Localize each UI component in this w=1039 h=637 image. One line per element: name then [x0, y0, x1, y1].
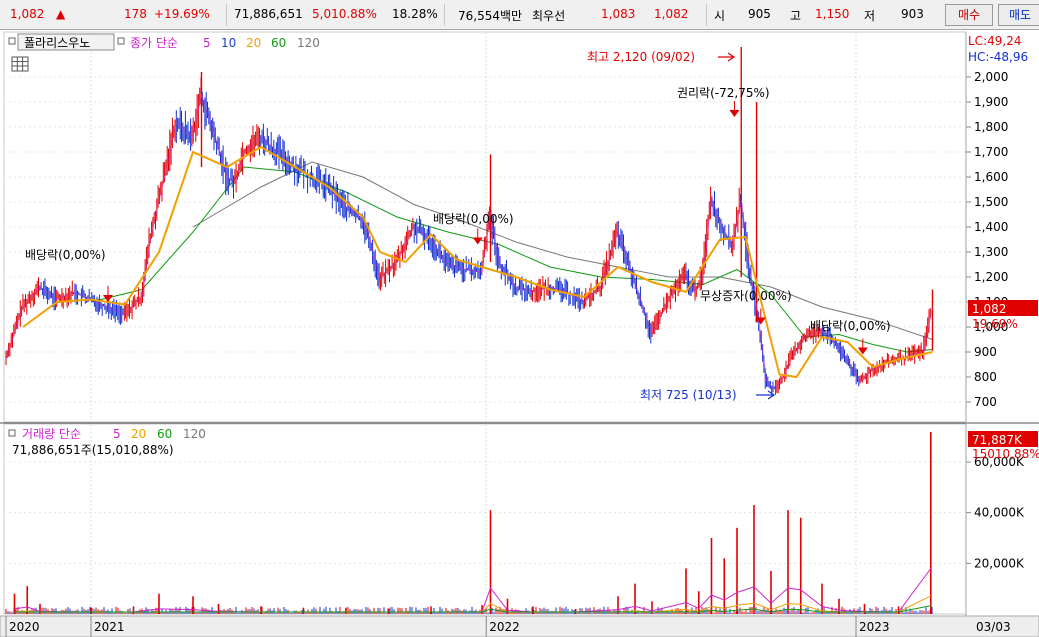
volume-tick-label: 40,000K — [974, 506, 1025, 520]
price-tick-label: 1,400 — [974, 220, 1008, 234]
stock-chart[interactable]: 7008009001,0001,1001,2001,3001,4001,5001… — [0, 30, 1039, 637]
price-tick-label: 1,200 — [974, 270, 1008, 284]
volume-tick-label: 20,000K — [974, 556, 1025, 570]
stock-name-tag: 폴라리스우노 — [24, 36, 90, 50]
current-volume-label: 71,887K — [972, 433, 1023, 447]
price-tick-label: 800 — [974, 370, 997, 384]
volume-ma-20: 20 — [131, 427, 146, 441]
low-price: 903 — [901, 7, 924, 21]
annotation-low: 최저 725 (10/13) — [640, 388, 737, 402]
price-tick-label: 1,500 — [974, 195, 1008, 209]
price-tick-label: 1,300 — [974, 245, 1008, 259]
annotation-dividend-2023: 배당락(0,00%) — [810, 319, 891, 333]
high-label: 고 — [790, 9, 802, 23]
ma-period-20: 20 — [246, 36, 261, 50]
date-tick-label: 2020 — [9, 620, 40, 634]
best-ask: 1,083 — [601, 7, 636, 21]
price-change: 178 — [124, 7, 147, 21]
price-tick-label: 2,000 — [974, 70, 1008, 84]
best-quote-label: 최우선 — [532, 9, 566, 23]
volume-title: 거래량 단순 — [22, 427, 81, 441]
up-arrow-icon: ▲ — [56, 7, 66, 21]
hc-label: HC:-48,96 — [968, 50, 1028, 64]
date-tick-label: 2023 — [859, 620, 890, 634]
date-tick-label: 2022 — [489, 620, 520, 634]
low-label: 저 — [864, 9, 876, 23]
volume-ma-60: 60 — [157, 427, 172, 441]
date-tick-label: 03/03 — [976, 620, 1011, 634]
current-price-label: 1,082 — [972, 302, 1006, 316]
ma-period-5: 5 — [203, 36, 211, 50]
best-bid: 1,082 — [654, 7, 689, 21]
annotation-dividend-2020: 배당락(0,00%) — [25, 248, 106, 262]
price-tick-label: 1,900 — [974, 95, 1008, 109]
grid-icon[interactable] — [11, 56, 29, 72]
date-tick-label: 2021 — [94, 620, 125, 634]
price-change-pct: +19.69% — [154, 7, 210, 21]
price-tick-label: 700 — [974, 395, 997, 409]
divider — [226, 4, 227, 26]
lc-label: LC:49,24 — [968, 34, 1021, 48]
price-tick-label: 900 — [974, 345, 997, 359]
ma-title: 종가 단순 — [130, 36, 178, 50]
open-price: 905 — [748, 7, 771, 21]
divider — [706, 4, 707, 26]
high-price: 1,150 — [815, 7, 850, 21]
ma-period-120: 120 — [297, 36, 320, 50]
ma-period-60: 60 — [271, 36, 286, 50]
price-tick-label: 1,700 — [974, 145, 1008, 159]
volume-ratio: 5,010.88% — [312, 7, 377, 21]
volume-ma-120: 120 — [183, 427, 206, 441]
annotation-dividend-2022: 배당락(0,00%) — [433, 212, 514, 226]
quote-bar: 1,082 ▲ 178 +19.69% 71,886,651 5,010.88%… — [0, 0, 1039, 30]
current-volume-pct: 15010,88% — [972, 447, 1039, 461]
annotation-bonus-issue: 무상증자(0,00%) — [700, 289, 792, 303]
volume-ma-5: 5 — [113, 427, 121, 441]
turnover-rate: 18.28% — [392, 7, 438, 21]
volume-value: 71,886,651 — [234, 7, 303, 21]
ma-period-10: 10 — [221, 36, 236, 50]
annotation-rights-off: 권리락(-72,75%) — [677, 86, 770, 100]
price-tick-label: 1,600 — [974, 170, 1008, 184]
volume-summary: 71,886,651주(15,010,88%) — [12, 443, 174, 457]
current-price: 1,082 — [10, 7, 45, 21]
sell-button[interactable]: 매도 — [998, 4, 1039, 26]
trade-value: 76,554백만 — [458, 9, 523, 23]
annotation-high: 최고 2,120 (09/02) — [587, 50, 695, 64]
buy-button[interactable]: 매수 — [945, 4, 993, 26]
price-tick-label: 1,800 — [974, 120, 1008, 134]
divider — [444, 4, 445, 26]
current-pct-label: 19,69% — [972, 317, 1018, 331]
open-label: 시 — [714, 9, 726, 23]
